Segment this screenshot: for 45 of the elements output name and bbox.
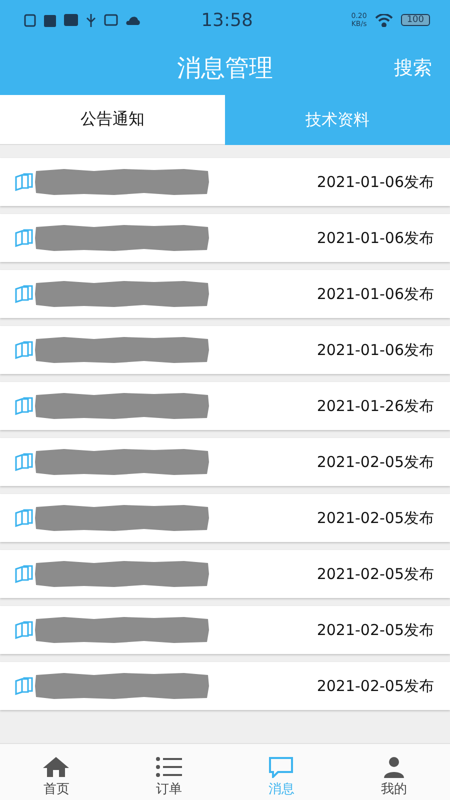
usb-icon — [86, 14, 96, 26]
book-icon — [14, 285, 34, 303]
publish-date: 2021-01-26发布 — [316, 396, 434, 416]
home-icon — [42, 756, 70, 778]
list-item[interactable]: 2021-01-06发布 — [0, 326, 450, 374]
nav-item[interactable]: 我的 — [338, 744, 450, 800]
publish-date: 2021-02-05发布 — [316, 620, 434, 640]
list-item[interactable]: 2021-01-26发布 — [0, 382, 450, 430]
book-icon — [14, 509, 34, 527]
wifi-icon — [374, 14, 393, 26]
publish-date: 2021-02-05发布 — [316, 452, 434, 472]
publish-date: 2021-01-06发布 — [316, 340, 434, 360]
sim-icon — [24, 14, 36, 26]
publish-date: 2021-02-05发布 — [316, 564, 434, 584]
list-item[interactable]: 2021-02-05发布 — [0, 550, 450, 598]
nav-item[interactable]: 订单 — [112, 744, 225, 800]
page-title: 消息管理 — [177, 52, 273, 84]
list-icon — [154, 756, 183, 778]
tab[interactable]: 公告通知 — [0, 95, 225, 145]
list-item[interactable]: 2021-01-06发布 — [0, 270, 450, 318]
battery-level: 100 — [400, 14, 430, 26]
list-item[interactable]: 2021-01-06发布 — [0, 158, 450, 206]
book-icon — [14, 341, 34, 359]
publish-date: 2021-02-05发布 — [316, 508, 434, 528]
publish-date: 2021-01-06发布 — [316, 284, 434, 304]
cloud-icon — [126, 14, 140, 26]
list-item[interactable]: 2021-01-06发布 — [0, 214, 450, 262]
nav-item[interactable]: 首页 — [0, 744, 112, 800]
publish-date: 2021-02-05发布 — [316, 676, 434, 696]
book-icon — [14, 397, 34, 415]
book-icon — [14, 229, 34, 247]
publish-date: 2021-01-06发布 — [316, 228, 434, 248]
list-item[interactable]: 2021-02-05发布 — [0, 662, 450, 710]
status-time: 13:58 — [201, 10, 253, 30]
list-item[interactable]: 2021-02-05发布 — [0, 494, 450, 542]
user-icon — [382, 756, 406, 778]
book-icon — [14, 173, 34, 191]
book-icon — [14, 453, 34, 471]
message-icon — [268, 756, 294, 778]
list-item[interactable]: 2021-02-05发布 — [0, 438, 450, 486]
publish-date: 2021-01-06发布 — [316, 172, 434, 192]
book-icon — [14, 621, 34, 639]
book-icon — [14, 677, 34, 695]
list-item[interactable]: 2021-02-05发布 — [0, 606, 450, 654]
book-icon — [14, 565, 34, 583]
